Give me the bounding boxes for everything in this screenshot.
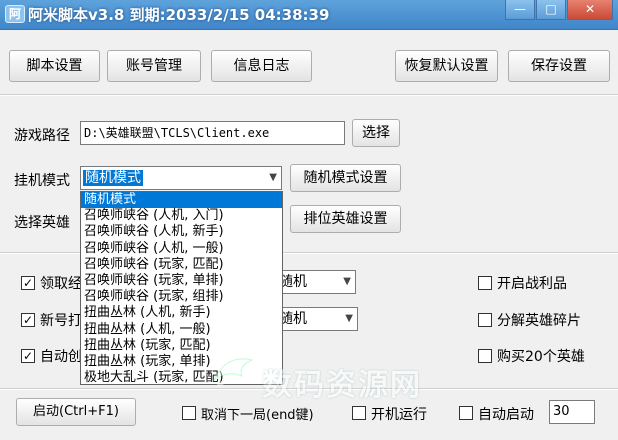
close-button[interactable]: ✕ xyxy=(567,0,613,20)
decompose-shards-label: 分解英雄碎片 xyxy=(497,313,581,329)
dropdown-option[interactable]: 随机模式 xyxy=(81,192,282,209)
buy-heroes-label: 购买20个英雄 xyxy=(497,349,585,365)
maximize-button[interactable]: □ xyxy=(536,0,566,20)
dropdown-option[interactable]: 召唤师峡谷 (人机, 入门) xyxy=(81,208,282,224)
dropdown-option[interactable]: 扭曲丛林 (人机, 新手) xyxy=(81,305,282,321)
hang-mode-select[interactable]: 随机模式 ▼ xyxy=(80,166,282,190)
option-select-2-value: 随机 xyxy=(279,311,307,327)
watermark-logo xyxy=(212,358,254,388)
chevron-down-icon[interactable]: ▼ xyxy=(345,308,353,330)
hang-mode-selected-value: 随机模式 xyxy=(83,170,143,186)
account-management-button[interactable]: 账号管理 xyxy=(107,50,201,82)
dropdown-option[interactable]: 召唤师峡谷 (人机, 一般) xyxy=(81,241,282,257)
decompose-shards-checkbox[interactable] xyxy=(478,313,492,327)
open-loot-checkbox[interactable] xyxy=(478,276,492,290)
auto-start-seconds-input[interactable]: 30 xyxy=(549,400,595,424)
start-button[interactable]: 启动(Ctrl+F1) xyxy=(16,398,136,426)
separator-top xyxy=(0,94,618,96)
cancel-next-checkbox[interactable] xyxy=(182,406,196,420)
auto-start-checkbox[interactable] xyxy=(459,406,473,420)
dropdown-option[interactable]: 召唤师峡谷 (玩家, 组排) xyxy=(81,289,282,305)
ranked-hero-settings-button[interactable]: 排位英雄设置 xyxy=(290,205,401,233)
window-title: 阿米脚本v3.8 到期:2033/2/15 04:38:39 xyxy=(28,6,330,24)
script-settings-button[interactable]: 脚本设置 xyxy=(9,50,100,82)
option-select-1-value: 随机 xyxy=(279,274,307,290)
open-loot-label: 开启战利品 xyxy=(497,276,567,292)
hang-mode-label: 挂机模式 xyxy=(14,173,70,189)
game-path-label: 游戏路径 xyxy=(14,128,70,144)
option-select-1[interactable]: 随机 ▼ xyxy=(276,270,356,294)
hero-select-label: 选择英雄 xyxy=(14,215,70,231)
option-select-2[interactable]: 随机 ▼ xyxy=(276,307,358,331)
watermark-text: 数码资源网 xyxy=(262,368,422,403)
restore-defaults-button[interactable]: 恢复默认设置 xyxy=(395,50,498,82)
newbie-checkbox[interactable]: ✓ xyxy=(21,313,35,327)
auto-start-label: 自动启动 xyxy=(478,407,534,423)
dropdown-option[interactable]: 召唤师峡谷 (玩家, 匹配) xyxy=(81,257,282,273)
random-mode-settings-button[interactable]: 随机模式设置 xyxy=(290,164,401,192)
chevron-down-icon[interactable]: ▼ xyxy=(269,167,277,189)
game-path-input[interactable]: D:\英雄联盟\TCLS\Client.exe xyxy=(80,121,345,145)
cancel-next-label: 取消下一局(end键) xyxy=(201,408,314,423)
chevron-down-icon[interactable]: ▼ xyxy=(343,271,351,293)
receive-checkbox[interactable]: ✓ xyxy=(21,276,35,290)
title-bar: 阿 阿米脚本v3.8 到期:2033/2/15 04:38:39 — □ ✕ xyxy=(0,0,618,30)
buy-heroes-checkbox[interactable] xyxy=(478,349,492,363)
startup-run-label: 开机运行 xyxy=(371,407,427,423)
minimize-button[interactable]: — xyxy=(505,0,535,20)
dropdown-option[interactable]: 扭曲丛林 (人机, 一般) xyxy=(81,322,282,338)
dropdown-option[interactable]: 召唤师峡谷 (玩家, 单排) xyxy=(81,273,282,289)
dropdown-option[interactable]: 召唤师峡谷 (人机, 新手) xyxy=(81,224,282,240)
browse-button[interactable]: 选择 xyxy=(352,119,400,147)
auto-create-checkbox[interactable]: ✓ xyxy=(21,349,35,363)
auto-create-label: 自动创 xyxy=(40,349,82,365)
newbie-label: 新号打 xyxy=(40,313,82,329)
info-log-button[interactable]: 信息日志 xyxy=(211,50,312,82)
save-settings-button[interactable]: 保存设置 xyxy=(508,50,610,82)
startup-run-checkbox[interactable] xyxy=(352,406,366,420)
app-icon: 阿 xyxy=(5,5,25,23)
receive-label: 领取经 xyxy=(40,276,82,292)
